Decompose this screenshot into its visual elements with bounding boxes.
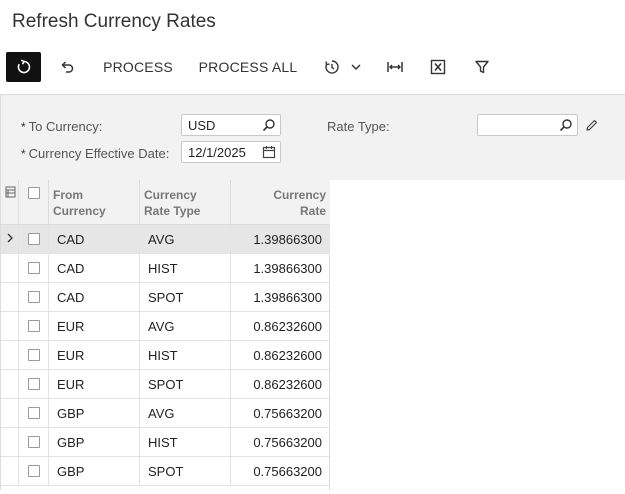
table-row[interactable]: CAD SPOT 1.39866300 bbox=[1, 283, 330, 312]
schedule-icon bbox=[325, 60, 339, 74]
cell-currency-rate: 0.75663200 bbox=[253, 406, 322, 421]
cell-from-currency: CAD bbox=[57, 261, 85, 276]
cell-currency-rate: 0.86232600 bbox=[253, 377, 322, 392]
table-row[interactable]: EUR HIST 0.86232600 bbox=[1, 341, 330, 370]
cell-rate-type: AVG bbox=[148, 406, 175, 421]
search-icon[interactable] bbox=[559, 118, 573, 132]
row-checkbox[interactable] bbox=[28, 349, 40, 361]
col-header-from-currency[interactable]: From Currency bbox=[53, 187, 106, 219]
toolbar: PROCESS PROCESS ALL bbox=[0, 52, 625, 82]
cell-rate-type: SPOT bbox=[148, 464, 184, 479]
cell-currency-rate: 0.86232600 bbox=[253, 348, 322, 363]
undo-icon bbox=[61, 61, 74, 73]
chevron-down-icon bbox=[351, 64, 361, 71]
table-row[interactable]: CAD AVG 1.39866300 bbox=[1, 225, 330, 254]
calendar-icon[interactable] bbox=[262, 145, 276, 159]
required-marker: * bbox=[21, 147, 26, 161]
cell-currency-rate: 0.75663200 bbox=[253, 435, 322, 450]
cell-currency-rate: 0.86232600 bbox=[253, 319, 322, 334]
table-row[interactable]: EUR AVG 0.86232600 bbox=[1, 312, 330, 341]
row-checkbox[interactable] bbox=[28, 407, 40, 419]
cell-rate-type: SPOT bbox=[148, 290, 184, 305]
to-currency-field[interactable]: USD bbox=[181, 114, 281, 136]
table-row[interactable]: GBP SPOT 0.75663200 bbox=[1, 457, 330, 486]
column-config-icon[interactable] bbox=[5, 186, 16, 198]
table-row[interactable]: GBP HIST 0.75663200 bbox=[1, 428, 330, 457]
currency-rates-grid: From Currency Currency Rate Type Currency R… bbox=[0, 180, 330, 490]
row-checkbox[interactable] bbox=[28, 262, 40, 274]
export-excel-icon bbox=[430, 59, 446, 75]
effective-date-field[interactable]: 12/1/2025 bbox=[181, 141, 281, 163]
row-checkbox[interactable] bbox=[28, 436, 40, 448]
export-excel-button[interactable] bbox=[425, 52, 451, 82]
effective-date-label: * Currency Effective Date: bbox=[21, 146, 170, 161]
cell-currency-rate: 0.75663200 bbox=[253, 464, 322, 479]
cell-from-currency: EUR bbox=[57, 377, 85, 392]
row-checkbox[interactable] bbox=[28, 233, 40, 245]
cell-rate-type: HIST bbox=[148, 261, 178, 276]
refresh-button[interactable] bbox=[6, 52, 41, 82]
effective-date-value: 12/1/2025 bbox=[188, 144, 246, 160]
required-marker: * bbox=[21, 120, 26, 134]
edit-pencil-icon[interactable] bbox=[585, 118, 599, 132]
filter-form: * To Currency: USD * Currency Effective Da… bbox=[0, 94, 625, 180]
rate-type-label: Rate Type: bbox=[327, 119, 390, 134]
cell-from-currency: EUR bbox=[57, 319, 85, 334]
rate-type-field[interactable] bbox=[477, 114, 578, 136]
schedule-button[interactable] bbox=[320, 52, 366, 82]
table-row[interactable]: GBP AVG 0.75663200 bbox=[1, 399, 330, 428]
fit-to-screen-button[interactable] bbox=[382, 52, 408, 82]
cell-rate-type: AVG bbox=[148, 319, 175, 334]
row-indicator-icon bbox=[7, 233, 13, 243]
row-checkbox[interactable] bbox=[28, 465, 40, 477]
grid-header: From Currency Currency Rate Type Currency R… bbox=[1, 180, 330, 225]
row-checkbox[interactable] bbox=[28, 378, 40, 390]
col-header-currency-rate[interactable]: Currency Rate bbox=[273, 187, 326, 219]
row-checkbox[interactable] bbox=[28, 320, 40, 332]
cell-rate-type: HIST bbox=[148, 348, 178, 363]
grid-rows: CAD AVG 1.39866300 CAD HIST 1.39866300 C… bbox=[1, 225, 330, 486]
fit-to-screen-icon bbox=[387, 62, 403, 72]
filter-icon bbox=[475, 60, 489, 74]
cell-from-currency: EUR bbox=[57, 348, 85, 363]
cell-from-currency: GBP bbox=[57, 435, 85, 450]
cell-from-currency: GBP bbox=[57, 464, 85, 479]
cell-rate-type: AVG bbox=[148, 232, 175, 247]
search-icon[interactable] bbox=[262, 118, 276, 132]
cell-from-currency: CAD bbox=[57, 290, 85, 305]
cell-from-currency: GBP bbox=[57, 406, 85, 421]
select-all-checkbox[interactable] bbox=[28, 187, 40, 199]
table-row[interactable]: EUR SPOT 0.86232600 bbox=[1, 370, 330, 399]
cell-from-currency: CAD bbox=[57, 232, 85, 247]
filter-button[interactable] bbox=[468, 52, 496, 82]
cell-currency-rate: 1.39866300 bbox=[253, 232, 322, 247]
cell-currency-rate: 1.39866300 bbox=[253, 290, 322, 305]
process-button[interactable]: PROCESS bbox=[98, 52, 178, 82]
to-currency-label: * To Currency: bbox=[21, 119, 103, 134]
undo-button[interactable] bbox=[52, 52, 82, 82]
page-title: Refresh Currency Rates bbox=[12, 11, 216, 32]
cell-rate-type: SPOT bbox=[148, 377, 184, 392]
process-all-button[interactable]: PROCESS ALL bbox=[194, 52, 302, 82]
to-currency-value: USD bbox=[188, 117, 216, 133]
row-checkbox[interactable] bbox=[28, 291, 40, 303]
col-header-rate-type[interactable]: Currency Rate Type bbox=[144, 187, 200, 219]
cell-rate-type: HIST bbox=[148, 435, 178, 450]
table-row[interactable]: CAD HIST 1.39866300 bbox=[1, 254, 330, 283]
cell-currency-rate: 1.39866300 bbox=[253, 261, 322, 276]
refresh-icon bbox=[17, 59, 30, 74]
